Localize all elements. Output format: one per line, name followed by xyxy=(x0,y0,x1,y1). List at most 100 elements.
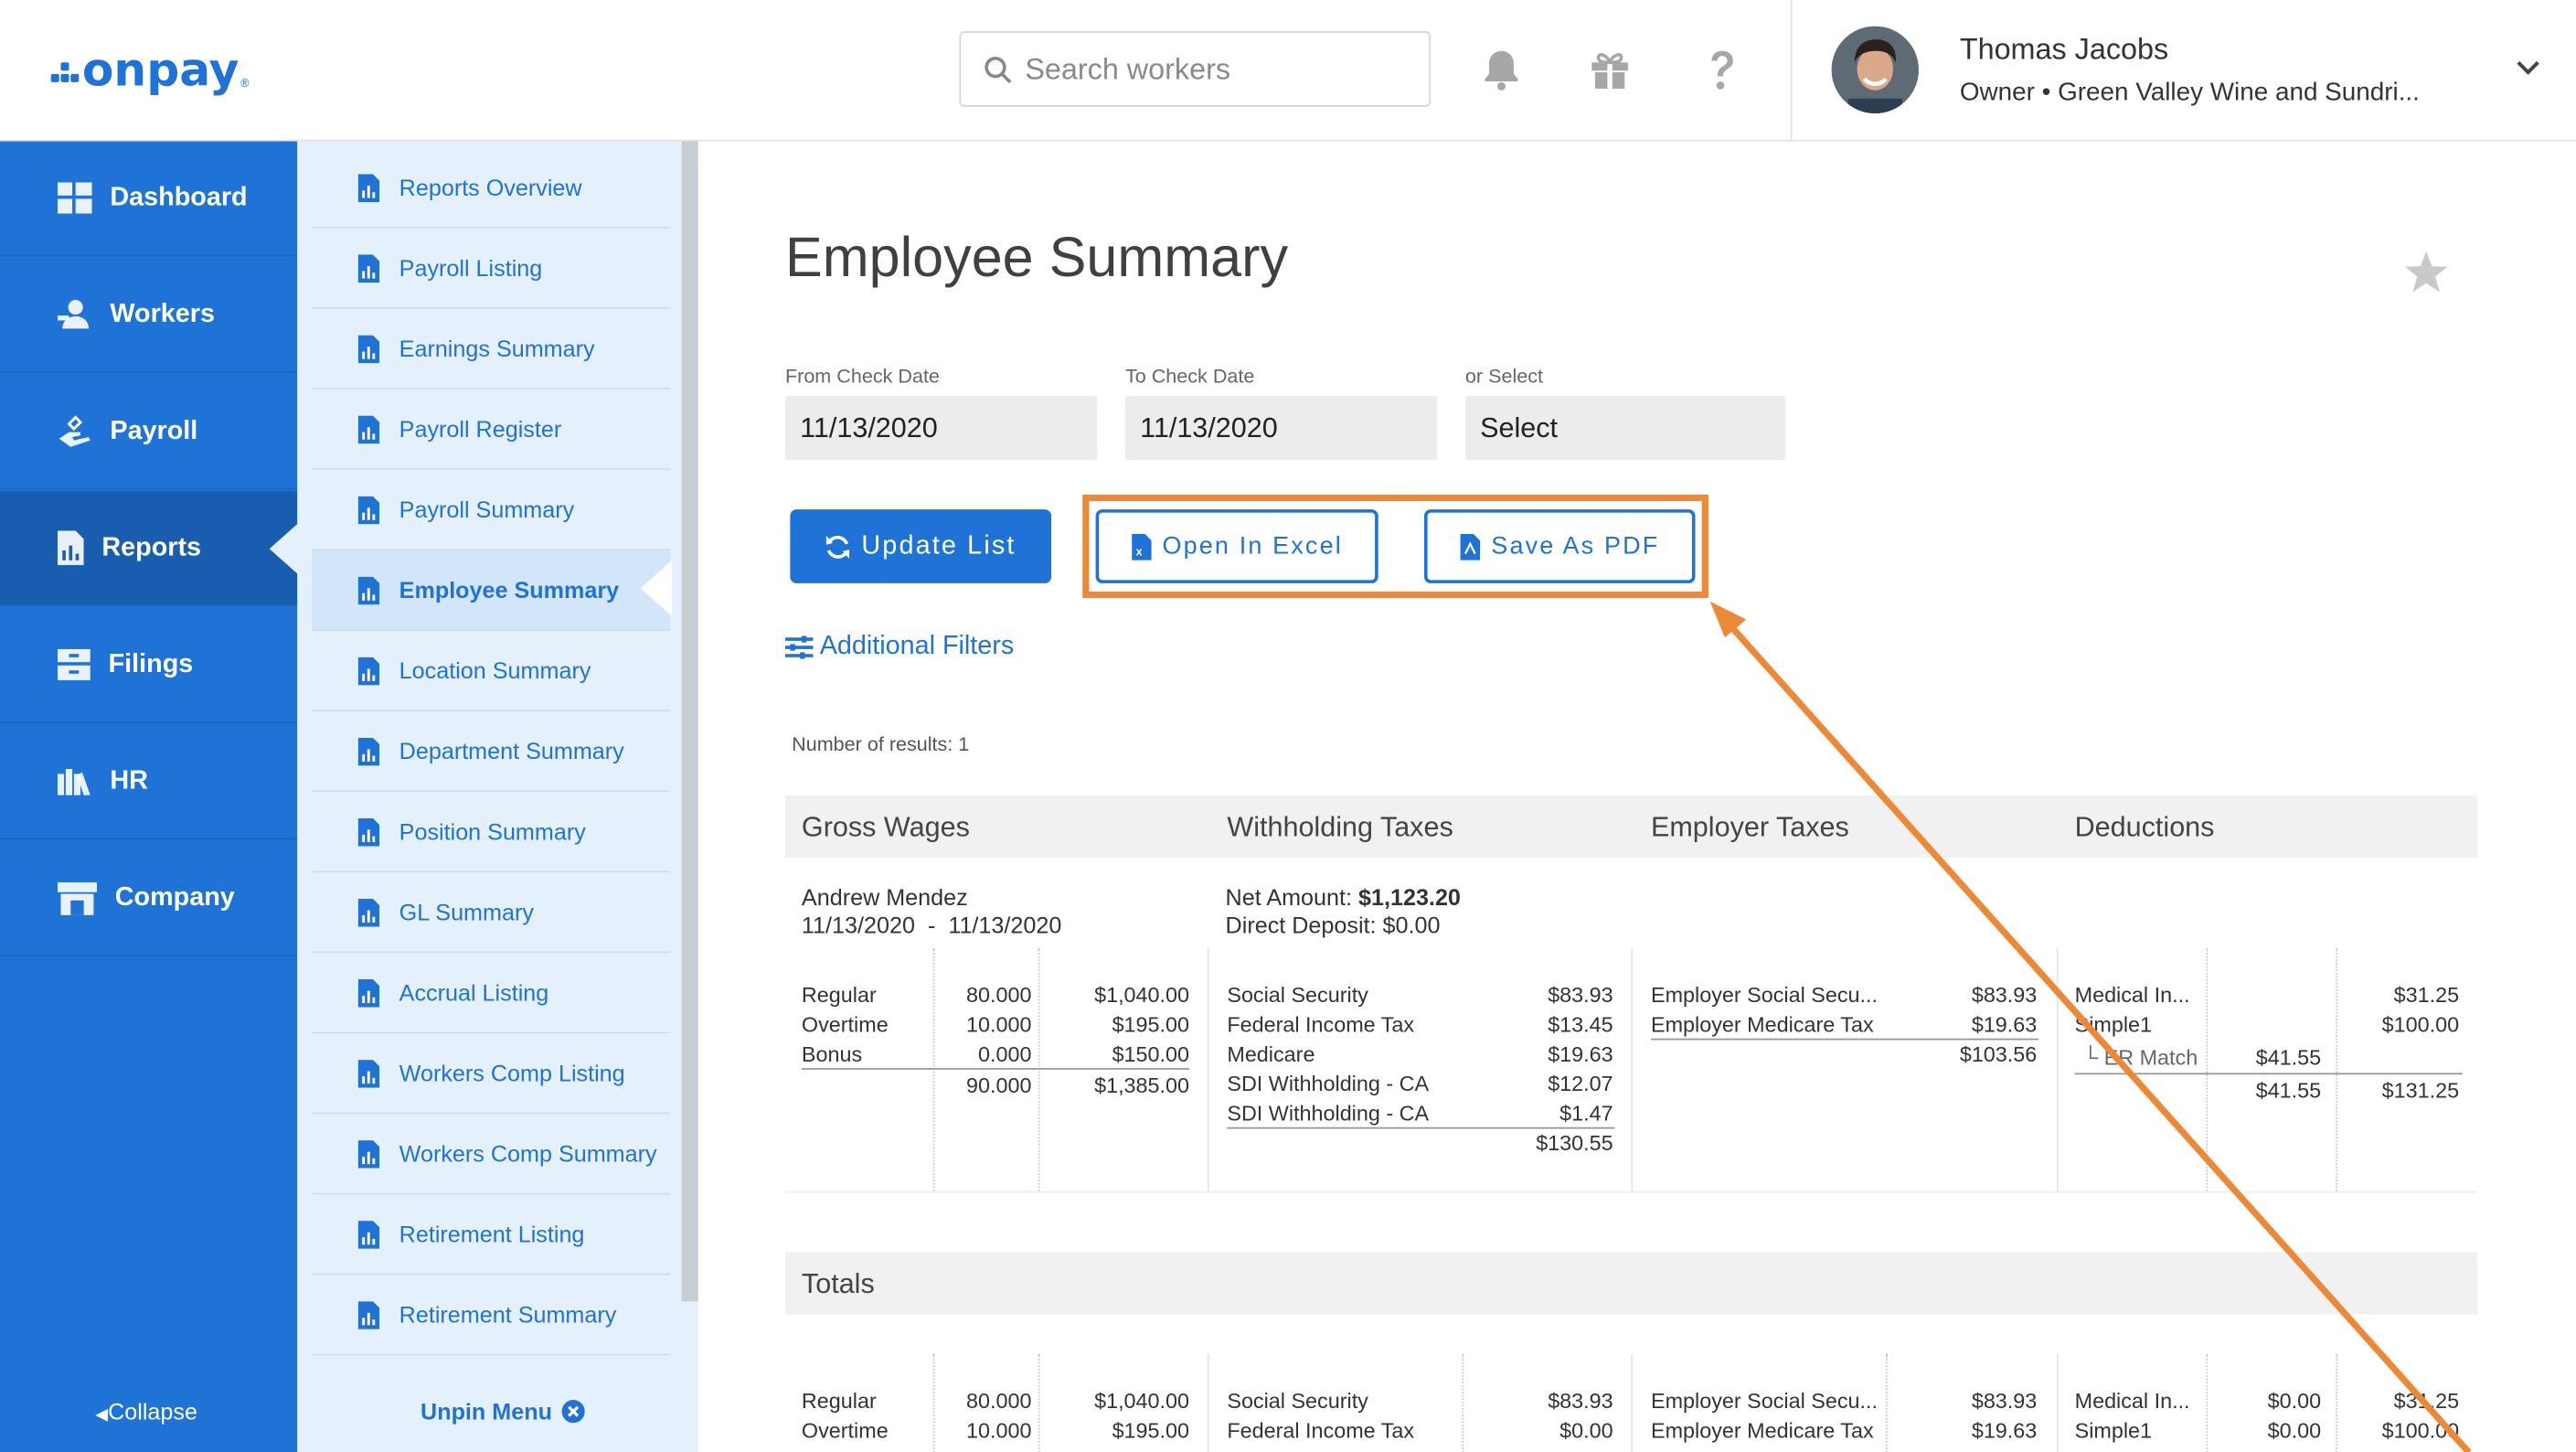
employee-date-range: 11/13/2020 - 11/13/2020 xyxy=(801,912,1062,939)
withholding-label: Medicare xyxy=(1227,1041,1315,1067)
subnav-item-reports-overview[interactable]: Reports Overview xyxy=(312,148,671,229)
totals-wage-hours: 10.000 xyxy=(966,1417,1032,1443)
subnav-item-label: Location Summary xyxy=(399,657,591,684)
search-input[interactable] xyxy=(1025,51,1403,87)
net-amount-label: Net Amount: xyxy=(1225,883,1353,911)
col-divider xyxy=(1207,947,1209,1191)
subnav-item-retirement-listing[interactable]: Retirement Listing xyxy=(312,1194,671,1276)
report-table-header xyxy=(784,795,2477,859)
collapse-button[interactable]: ◀Collapse xyxy=(95,1398,197,1425)
employer-tax-amount: $83.93 xyxy=(1971,982,2038,1008)
report-file-icon xyxy=(357,736,380,765)
wages-total-amount: $1,385.00 xyxy=(1094,1073,1190,1098)
subnav-item-earnings-summary[interactable]: Earnings Summary xyxy=(312,309,671,390)
subnav-item-label: Retirement Listing xyxy=(399,1221,585,1247)
subnav-item-employee-summary[interactable]: Employee Summary xyxy=(312,550,671,632)
col-header-gross-wages: Gross Wages xyxy=(801,811,970,843)
deduction-amount: $31.25 xyxy=(2393,982,2460,1008)
subnav-item-label: Workers Comp Listing xyxy=(399,1060,625,1086)
subnav-item-label: Payroll Register xyxy=(399,415,562,443)
net-amount: Net Amount: $1,123.20 xyxy=(1226,884,1461,911)
date-range-select[interactable]: Select xyxy=(1464,396,1786,461)
totals-title: Totals xyxy=(801,1268,875,1300)
onpay-logo[interactable]: onpay ® xyxy=(49,42,250,96)
subnav-item-label: Employee Summary xyxy=(399,576,620,603)
user-avatar[interactable] xyxy=(1831,26,1919,113)
employee-name[interactable]: Andrew Mendez xyxy=(802,884,968,911)
to-date-input[interactable] xyxy=(1124,396,1438,461)
nav-label: Filings xyxy=(108,649,194,678)
totals-wage-label: Overtime xyxy=(801,1417,889,1443)
report-file-icon xyxy=(357,1300,380,1329)
search-box[interactable] xyxy=(959,31,1432,107)
from-date-label: From Check Date xyxy=(784,364,940,389)
col-header-withholding-taxes: Withholding Taxes xyxy=(1227,811,1453,843)
subnav-item-payroll-listing[interactable]: Payroll Listing xyxy=(312,229,671,309)
filter-sliders-icon xyxy=(784,635,814,659)
totals-employer-amount: $83.93 xyxy=(1971,1388,2038,1414)
nav-item-filings[interactable]: Filings xyxy=(0,608,298,723)
col-divider xyxy=(1631,1353,1634,1452)
subnav-item-location-summary[interactable]: Location Summary xyxy=(312,631,671,712)
withholding-label: Social Security xyxy=(1227,982,1368,1008)
report-file-icon xyxy=(357,495,380,524)
withholding-amount: $19.63 xyxy=(1548,1041,1613,1067)
chevron-down-icon[interactable] xyxy=(2513,56,2542,79)
deduction-amount: $100.00 xyxy=(2381,1011,2460,1037)
annotation-highlight-box xyxy=(1082,494,1708,599)
totals-deduction-label: Medical In... xyxy=(2074,1388,2190,1414)
subnav-item-position-summary[interactable]: Position Summary xyxy=(312,792,671,873)
totals-withholding-label: Social Security xyxy=(1227,1388,1368,1414)
bell-icon[interactable] xyxy=(1478,46,1524,91)
subnav-item-retirement-summary[interactable]: Retirement Summary xyxy=(312,1275,671,1356)
report-file-icon xyxy=(357,334,380,363)
col-divider xyxy=(2056,1353,2059,1452)
subnav-item-workers-comp-listing[interactable]: Workers Comp Listing xyxy=(312,1033,671,1115)
col-divider xyxy=(2206,947,2209,1191)
subnav-item-payroll-register[interactable]: Payroll Register xyxy=(312,390,671,470)
subnav-item-label: Position Summary xyxy=(399,817,586,845)
withholding-label: Federal Income Tax xyxy=(1227,1011,1415,1037)
subnav-item-payroll-summary[interactable]: Payroll Summary xyxy=(312,470,671,550)
user-name: Thomas Jacobs xyxy=(1959,32,2169,66)
nav-label: Company xyxy=(114,882,235,912)
report-file-icon xyxy=(357,1220,380,1248)
update-list-button[interactable]: Update List xyxy=(790,509,1052,583)
subnav-item-department-summary[interactable]: Department Summary xyxy=(312,711,671,793)
employer-tax-label: Employer Medicare Tax xyxy=(1650,1011,1874,1037)
withholding-amount: $83.93 xyxy=(1548,982,1613,1008)
star-icon[interactable] xyxy=(2403,250,2449,294)
withholding-total: $130.55 xyxy=(1536,1130,1613,1156)
col-divider xyxy=(1462,1353,1464,1452)
nav-item-payroll[interactable]: Payroll xyxy=(0,375,298,490)
close-circle-icon xyxy=(561,1400,585,1424)
nav-item-dashboard[interactable]: Dashboard xyxy=(0,142,298,257)
from-date-input[interactable] xyxy=(784,396,1098,461)
unpin-menu-button[interactable]: Unpin Menu xyxy=(420,1398,585,1425)
help-icon[interactable] xyxy=(1698,46,1744,91)
wage-amount: $195.00 xyxy=(1112,1011,1190,1037)
submenu-scrollbar[interactable] xyxy=(681,141,698,1302)
nav-item-company[interactable]: Company xyxy=(0,841,298,956)
gift-icon[interactable] xyxy=(1587,46,1633,91)
nav-label: Reports xyxy=(101,533,202,561)
wages-total-hours: 90.000 xyxy=(966,1073,1032,1098)
wage-hours: 0.000 xyxy=(978,1041,1032,1067)
subnav-item-label: Payroll Listing xyxy=(399,254,543,282)
nav-item-hr[interactable]: HR xyxy=(0,724,298,840)
nav-item-workers[interactable]: Workers xyxy=(0,258,298,373)
nav-item-reports[interactable]: Reports xyxy=(0,491,298,607)
totals-employer-amount: $19.63 xyxy=(1971,1417,2038,1443)
subnav-item-gl-summary[interactable]: GL Summary xyxy=(312,872,671,954)
report-file-icon xyxy=(357,1059,380,1087)
additional-filters-link[interactable]: Additional Filters xyxy=(784,633,1014,662)
totals-withholding-amount: $0.00 xyxy=(1559,1417,1613,1443)
wage-amount: $150.00 xyxy=(1112,1041,1190,1067)
subnav-item-workers-comp-summary[interactable]: Workers Comp Summary xyxy=(312,1114,671,1195)
top-header: onpay ® Thomas Jacobs Owner • Green Vall… xyxy=(0,0,2576,142)
update-list-label: Update List xyxy=(861,531,1017,560)
totals-employer-label: Employer Medicare Tax xyxy=(1650,1417,1874,1443)
subnav-item-label: Reports Overview xyxy=(399,174,582,201)
subnav-item-accrual-listing[interactable]: Accrual Listing xyxy=(312,953,671,1034)
filings-icon xyxy=(57,648,90,680)
